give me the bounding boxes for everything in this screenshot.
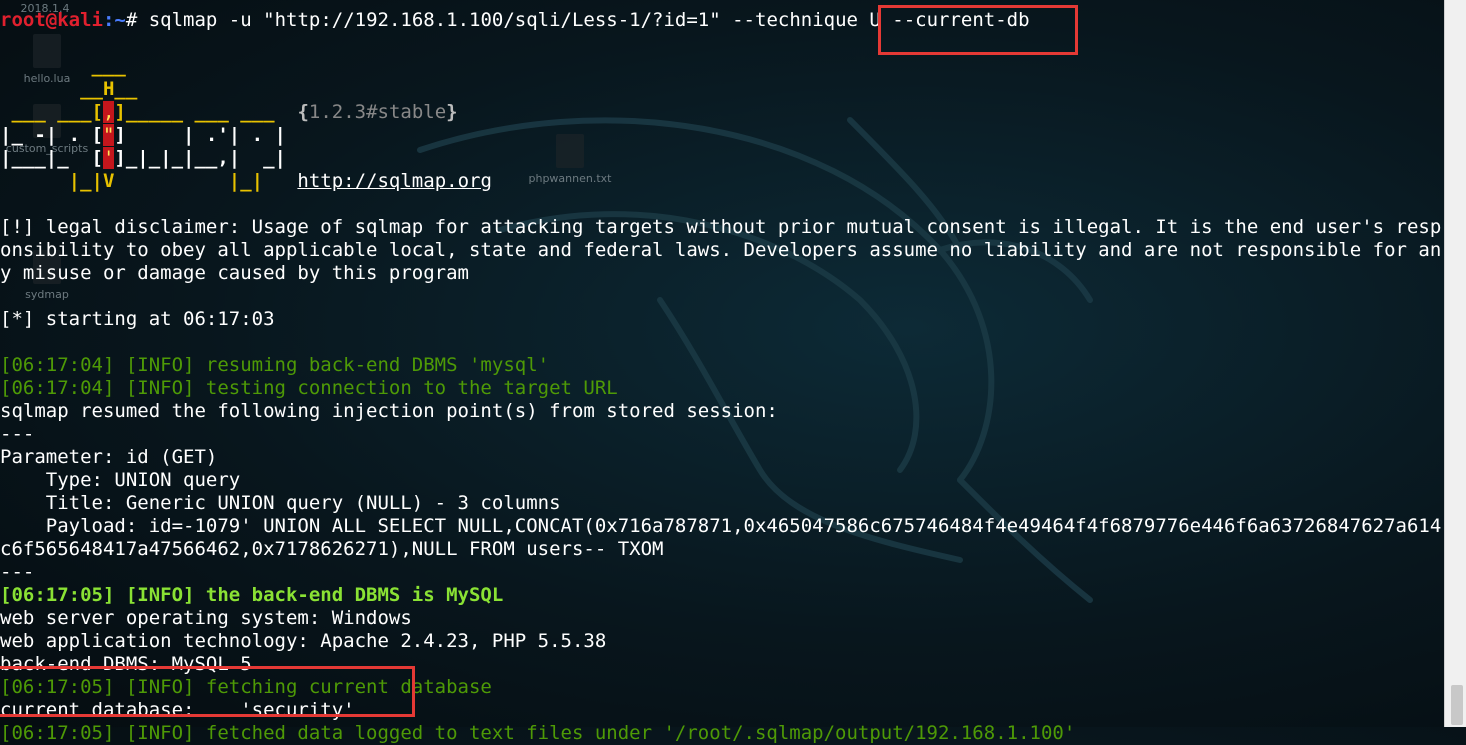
- sqlmap-url-link[interactable]: http://sqlmap.org: [297, 170, 491, 192]
- output-line: web application technology: Apache 2.4.2…: [0, 630, 607, 652]
- output-line: [06:17:05] [INFO] fetching current datab…: [0, 676, 492, 698]
- output-line: Parameter: id (GET): [0, 446, 218, 468]
- command-line: root@kali:~# sqlmap -u "http://192.168.1…: [0, 9, 1445, 32]
- terminal-scrollbar[interactable]: [1444, 0, 1466, 727]
- output-line: onsibility to obey all applicable local,…: [0, 239, 1442, 261]
- output-line: sqlmap resumed the following injection p…: [0, 400, 778, 422]
- prompt-path: :~: [102, 9, 126, 31]
- output-line: current database: 'security': [0, 699, 355, 721]
- logo-line-1: ___: [0, 55, 126, 77]
- output-line: [06:17:04] [INFO] testing connection to …: [0, 377, 618, 399]
- command-flag: --current-db: [892, 9, 1030, 31]
- output-line: [06:17:05] [INFO] the back-end DBMS is M…: [0, 584, 504, 606]
- output-line: Title: Generic UNION query (NULL) - 3 co…: [0, 492, 561, 514]
- output-line: ---: [0, 561, 35, 583]
- output-line: y misuse or damage caused by this progra…: [0, 262, 469, 284]
- prompt-user: root@kali: [0, 9, 103, 31]
- logo-line-3: ___ ___[,]_____ ___ ___ {1.2.3#stable}: [0, 101, 458, 123]
- output-line: [*] starting at 06:17:03: [0, 308, 275, 330]
- terminal-output[interactable]: root@kali:~# sqlmap -u "http://192.168.1…: [0, 9, 1445, 745]
- version-close: }: [446, 101, 458, 123]
- output-line: web server operating system: Windows: [0, 607, 412, 629]
- logo-line-5: |___|_ [']_|_|_|__,| _|: [0, 147, 286, 169]
- version-text: 1.2.3#stable: [308, 101, 447, 123]
- logo-line-2: __H__: [0, 78, 138, 100]
- output-line: ---: [0, 423, 35, 445]
- output-line: Type: UNION query: [0, 469, 241, 491]
- output-lines: [!] legal disclaimer: Usage of sqlmap fo…: [0, 216, 1445, 745]
- command-text: sqlmap -u "http://192.168.1.100/sqli/Les…: [137, 9, 893, 31]
- output-line: back-end DBMS: MySQL 5: [0, 653, 252, 675]
- output-line: [!] legal disclaimer: Usage of sqlmap fo…: [0, 216, 1442, 238]
- logo-line-4: |_ -| . ["] | .'| . |: [0, 124, 286, 146]
- prompt-symbol: #: [125, 9, 138, 31]
- scrollbar-thumb[interactable]: [1451, 685, 1463, 725]
- output-line: [06:17:04] [INFO] resuming back-end DBMS…: [0, 354, 550, 376]
- version-open: {: [297, 101, 309, 123]
- output-line: c6f565648417a47566462,0x7178626271),NULL…: [0, 538, 664, 560]
- output-line: [06:17:05] [INFO] fetched data logged to…: [0, 722, 1076, 744]
- logo-line-6: |_|V |_| http://sqlmap.org: [0, 170, 492, 192]
- output-line: Payload: id=-1079' UNION ALL SELECT NULL…: [0, 515, 1442, 537]
